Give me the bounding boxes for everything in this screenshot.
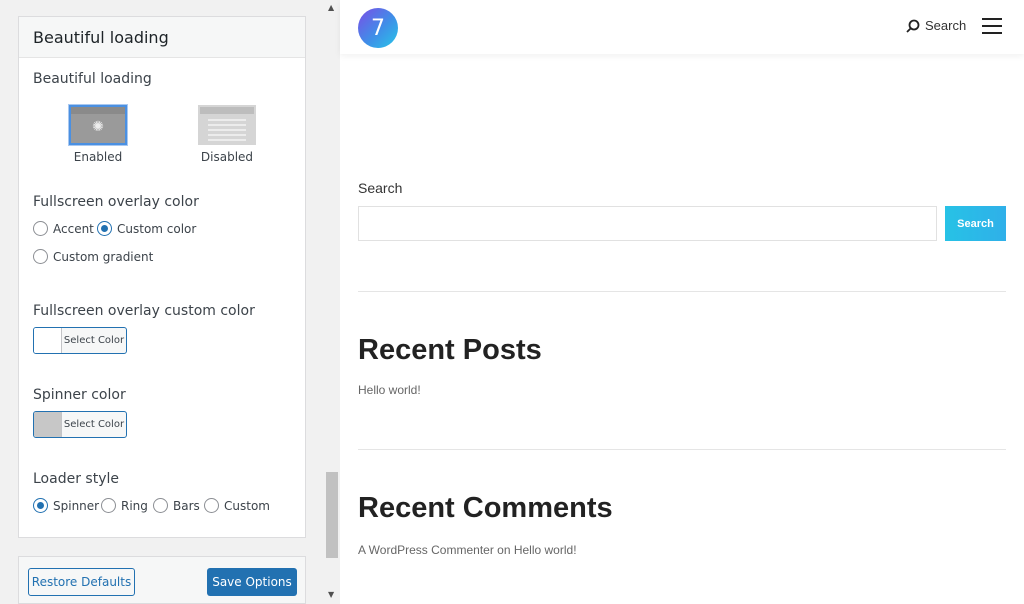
scrollbar[interactable]: ▲ ▼ — [325, 0, 339, 604]
divider — [358, 291, 1006, 292]
search-button[interactable]: Search — [945, 206, 1006, 241]
site-logo[interactable]: 7 — [358, 8, 398, 48]
radio-custom[interactable]: Custom — [204, 498, 270, 513]
overlay-color-picker-button[interactable]: Select Color — [33, 327, 127, 354]
section-header[interactable]: Beautiful loading — [19, 17, 305, 58]
radio-ring[interactable]: Ring — [101, 498, 148, 513]
recent-comment-item[interactable]: A WordPress Commenter on Hello world! — [358, 543, 577, 557]
radio-spinner[interactable]: Spinner — [33, 498, 99, 513]
disabled-thumbnail[interactable] — [198, 105, 256, 145]
radio-custom-gradient-label: Custom gradient — [53, 249, 154, 264]
radio-bars[interactable]: Bars — [153, 498, 200, 513]
scrollbar-thumb[interactable] — [326, 472, 338, 558]
option-disabled-label: Disabled — [200, 150, 254, 164]
hamburger-menu-icon[interactable] — [982, 18, 1002, 34]
color-swatch — [34, 412, 62, 437]
search-widget-title: Search — [358, 180, 403, 196]
scroll-down-icon[interactable]: ▼ — [328, 590, 334, 599]
header-search-link[interactable]: Search — [906, 18, 966, 33]
site-preview: 7 Search Search Search Recent Posts Hell… — [340, 0, 1024, 604]
scroll-up-icon[interactable]: ▲ — [328, 3, 334, 12]
radio-custom-label: Custom — [224, 498, 270, 513]
search-icon — [906, 19, 920, 33]
select-color-label: Select Color — [63, 419, 125, 430]
enabled-thumbnail[interactable]: ✺ — [69, 105, 127, 145]
recent-posts-title: Recent Posts — [358, 334, 542, 366]
radio-custom-gradient[interactable]: Custom gradient — [33, 249, 153, 264]
option-disabled[interactable]: Disabled — [192, 105, 262, 164]
search-input[interactable] — [358, 206, 937, 241]
site-header: 7 Search — [340, 0, 1024, 54]
option-enabled-label: Enabled — [73, 150, 123, 164]
restore-defaults-button[interactable]: Restore Defaults — [28, 568, 135, 596]
loader-style-label: Loader style — [33, 471, 119, 487]
beautiful-loading-label: Beautiful loading — [33, 71, 152, 87]
radio-accent-label: Accent — [53, 221, 94, 236]
recent-post-link[interactable]: Hello world! — [358, 383, 421, 397]
divider — [358, 449, 1006, 450]
save-options-button[interactable]: Save Options — [207, 568, 297, 596]
radio-custom-color[interactable]: Custom color — [97, 221, 196, 236]
overlay-custom-color-label: Fullscreen overlay custom color — [33, 303, 255, 319]
select-color-label: Select Color — [63, 335, 125, 346]
radio-spinner-label: Spinner — [53, 498, 100, 513]
spinner-color-picker-button[interactable]: Select Color — [33, 411, 127, 438]
spinner-color-label: Spinner color — [33, 387, 126, 403]
radio-button[interactable] — [33, 249, 48, 264]
radio-custom-color-label: Custom color — [117, 221, 197, 236]
radio-button[interactable] — [101, 498, 116, 513]
radio-button[interactable] — [33, 498, 48, 513]
header-search-label: Search — [925, 18, 967, 33]
settings-panel: Beautiful loading Beautiful loading ✺ En… — [0, 0, 340, 604]
radio-ring-label: Ring — [121, 498, 148, 513]
radio-accent[interactable]: Accent — [33, 221, 94, 236]
recent-comments-title: Recent Comments — [358, 492, 613, 524]
radio-bars-label: Bars — [173, 498, 200, 513]
radio-button[interactable] — [97, 221, 112, 236]
options-box: Beautiful loading Beautiful loading ✺ En… — [18, 16, 306, 538]
options-footer: Restore Defaults Save Options — [18, 556, 306, 604]
radio-button[interactable] — [33, 221, 48, 236]
option-enabled[interactable]: ✺ Enabled — [63, 105, 133, 164]
radio-button[interactable] — [153, 498, 168, 513]
radio-button[interactable] — [204, 498, 219, 513]
overlay-color-label: Fullscreen overlay color — [33, 194, 199, 210]
spinner-icon: ✺ — [92, 118, 104, 135]
color-swatch — [34, 328, 62, 353]
